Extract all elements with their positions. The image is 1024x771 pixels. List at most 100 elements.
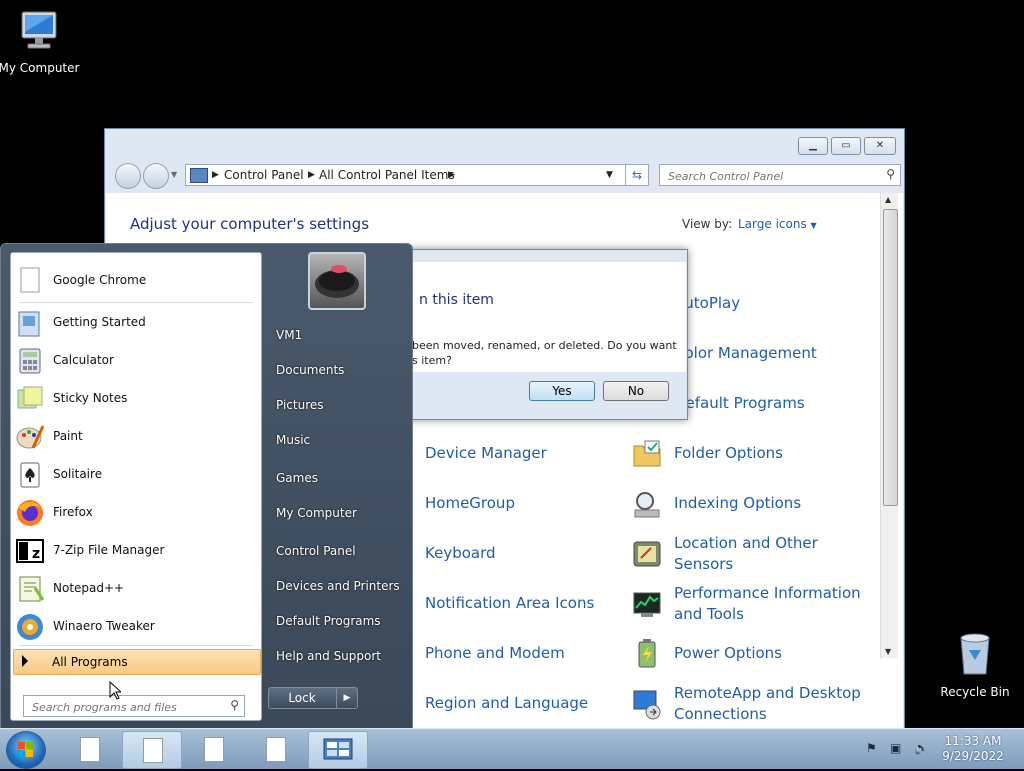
start-item-help-support[interactable]: Help and Support xyxy=(276,649,381,663)
search-input[interactable] xyxy=(666,166,880,186)
breadcrumb-control-panel[interactable]: Control Panel xyxy=(224,165,304,185)
sticky-notes-icon xyxy=(15,384,45,414)
start-item-pictures[interactable]: Pictures xyxy=(276,398,324,412)
cp-item-folder-options[interactable]: Folder Options xyxy=(674,443,783,464)
taskbar-button-document-2[interactable] xyxy=(122,731,182,769)
winaero-tweaker-icon xyxy=(15,612,45,642)
programs-separator xyxy=(19,645,253,646)
cp-item-location-sensors[interactable]: Location and Other Sensors xyxy=(674,533,824,575)
start-item-documents[interactable]: Documents xyxy=(276,363,344,377)
cp-item-device-manager[interactable]: Device Manager xyxy=(425,443,547,464)
address-bar[interactable]: ▶ Control Panel ▶ All Control Panel Item… xyxy=(185,164,647,186)
remoteapp-icon xyxy=(631,688,663,720)
no-button[interactable]: No xyxy=(603,381,669,401)
vertical-scrollbar[interactable]: ▲ ▼ xyxy=(880,193,898,658)
taskbar: ⚑ ▣ 🔈 11:33 AM 9/29/2022 xyxy=(0,728,1024,769)
action-center-flag-icon[interactable]: ⚑ xyxy=(866,741,877,755)
minimize-button[interactable]: ▁ xyxy=(798,137,828,155)
start-item-my-computer[interactable]: My Computer xyxy=(276,506,357,520)
scroll-thumb[interactable] xyxy=(883,209,898,506)
dialog-title: n this item xyxy=(419,292,494,308)
document-icon xyxy=(266,737,286,762)
taskbar-button-document-1[interactable] xyxy=(60,731,118,767)
network-icon[interactable]: ▣ xyxy=(890,741,901,755)
user-avatar[interactable] xyxy=(308,252,366,310)
program-notepad-plus-plus[interactable]: Notepad++ xyxy=(11,571,261,607)
cp-item-power-options[interactable]: Power Options xyxy=(674,643,782,664)
refresh-button[interactable]: ⇆ xyxy=(625,164,649,186)
program-paint[interactable]: Paint xyxy=(11,419,261,455)
program-sticky-notes[interactable]: Sticky Notes xyxy=(11,381,261,417)
start-item-vm1[interactable]: VM1 xyxy=(276,328,302,342)
start-item-default-programs[interactable]: Default Programs xyxy=(276,614,381,628)
location-sensors-icon xyxy=(631,538,663,570)
firefox-icon xyxy=(15,498,45,528)
cp-item-indexing-options[interactable]: Indexing Options xyxy=(674,493,801,514)
search-icon: ⚲ xyxy=(230,698,239,712)
indexing-options-icon xyxy=(631,488,663,520)
cp-item-default-programs[interactable]: Default Programs xyxy=(674,393,805,414)
maximize-button[interactable]: ▭ xyxy=(831,137,861,155)
cp-item-region-and-language[interactable]: Region and Language xyxy=(425,693,588,714)
system-clock[interactable]: 11:33 AM 9/29/2022 xyxy=(936,734,1010,764)
page-title: Adjust your computer's settings xyxy=(130,215,370,233)
start-search-box[interactable]: ⚲ xyxy=(23,695,245,717)
address-dropdown-icon[interactable]: ▼ xyxy=(606,165,613,185)
program-solitaire[interactable]: Solitaire xyxy=(11,457,261,493)
view-by-label: View by: xyxy=(682,217,733,231)
yes-button[interactable]: Yes xyxy=(529,381,595,401)
program-google-chrome[interactable]: Google Chrome xyxy=(11,263,261,299)
program-label: Winaero Tweaker xyxy=(53,619,155,633)
start-button[interactable] xyxy=(6,731,46,769)
taskbar-button-control-panel[interactable] xyxy=(308,731,368,769)
start-item-games[interactable]: Games xyxy=(276,471,318,485)
view-by-dropdown[interactable]: Large icons ▼ xyxy=(738,217,817,231)
power-options-icon xyxy=(631,638,663,670)
volume-icon[interactable]: 🔈 xyxy=(914,741,929,755)
lock-button[interactable]: Lock ▶ xyxy=(268,687,358,709)
shutdown-options-arrow-icon[interactable]: ▶ xyxy=(336,688,357,708)
missing-item-dialog: n this item been moved, renamed, or dele… xyxy=(400,249,688,420)
cp-item-color-management[interactable]: Color Management xyxy=(674,343,817,364)
cp-item-performance[interactable]: Performance Information and Tools xyxy=(674,583,864,625)
programs-separator xyxy=(19,302,253,303)
cp-item-homegroup[interactable]: HomeGroup xyxy=(425,493,515,514)
back-button[interactable] xyxy=(115,163,141,189)
taskbar-button-document-4[interactable] xyxy=(246,731,304,767)
search-box[interactable]: ⚲ xyxy=(659,164,901,186)
navigation-bar: ▼ ▶ Control Panel ▶ All Control Panel It… xyxy=(113,161,901,189)
calculator-icon xyxy=(15,346,45,376)
scroll-down-arrow-icon[interactable]: ▼ xyxy=(885,647,891,656)
start-item-music[interactable]: Music xyxy=(276,433,310,447)
desktop-icon-label: My Computer xyxy=(0,61,80,75)
start-item-devices-printers[interactable]: Devices and Printers xyxy=(276,579,400,593)
breadcrumb-all-items[interactable]: All Control Panel Items xyxy=(319,165,455,185)
recycle-bin-icon xyxy=(933,630,1017,681)
cp-item-remoteapp[interactable]: RemoteApp and Desktop Connections xyxy=(674,683,864,725)
cp-item-notification-area-icons[interactable]: Notification Area Icons xyxy=(425,593,594,614)
cp-item-label: RemoteApp and Desktop Connections xyxy=(674,684,861,723)
program-calculator[interactable]: Calculator xyxy=(11,343,261,379)
close-button[interactable]: ✕ xyxy=(864,137,896,155)
chrome-icon xyxy=(15,266,45,296)
taskbar-button-document-3[interactable] xyxy=(184,731,242,767)
desktop-icon-recycle-bin[interactable]: Recycle Bin xyxy=(933,630,1017,699)
start-item-control-panel[interactable]: Control Panel xyxy=(276,544,356,558)
scroll-up-arrow-icon[interactable]: ▲ xyxy=(885,195,891,204)
cp-item-phone-and-modem[interactable]: Phone and Modem xyxy=(425,643,565,664)
program-label: Paint xyxy=(53,429,83,443)
desktop-icon-my-computer[interactable]: My Computer xyxy=(0,8,81,75)
program-label: Solitaire xyxy=(53,467,103,481)
program-label: Sticky Notes xyxy=(53,391,128,405)
program-winaero-tweaker[interactable]: Winaero Tweaker xyxy=(11,609,261,645)
cp-item-keyboard[interactable]: Keyboard xyxy=(425,543,496,564)
start-search-input[interactable] xyxy=(30,697,224,717)
recent-pages-chevron-icon[interactable]: ▼ xyxy=(171,170,177,179)
program-getting-started[interactable]: Getting Started xyxy=(11,305,261,341)
program-firefox[interactable]: Firefox xyxy=(11,495,261,531)
forward-button[interactable] xyxy=(143,163,169,189)
program-7zip[interactable]: z 7-Zip File Manager xyxy=(11,533,261,569)
all-programs-button[interactable]: All Programs xyxy=(13,649,261,675)
program-label: 7-Zip File Manager xyxy=(53,543,165,557)
computer-icon xyxy=(0,8,81,57)
